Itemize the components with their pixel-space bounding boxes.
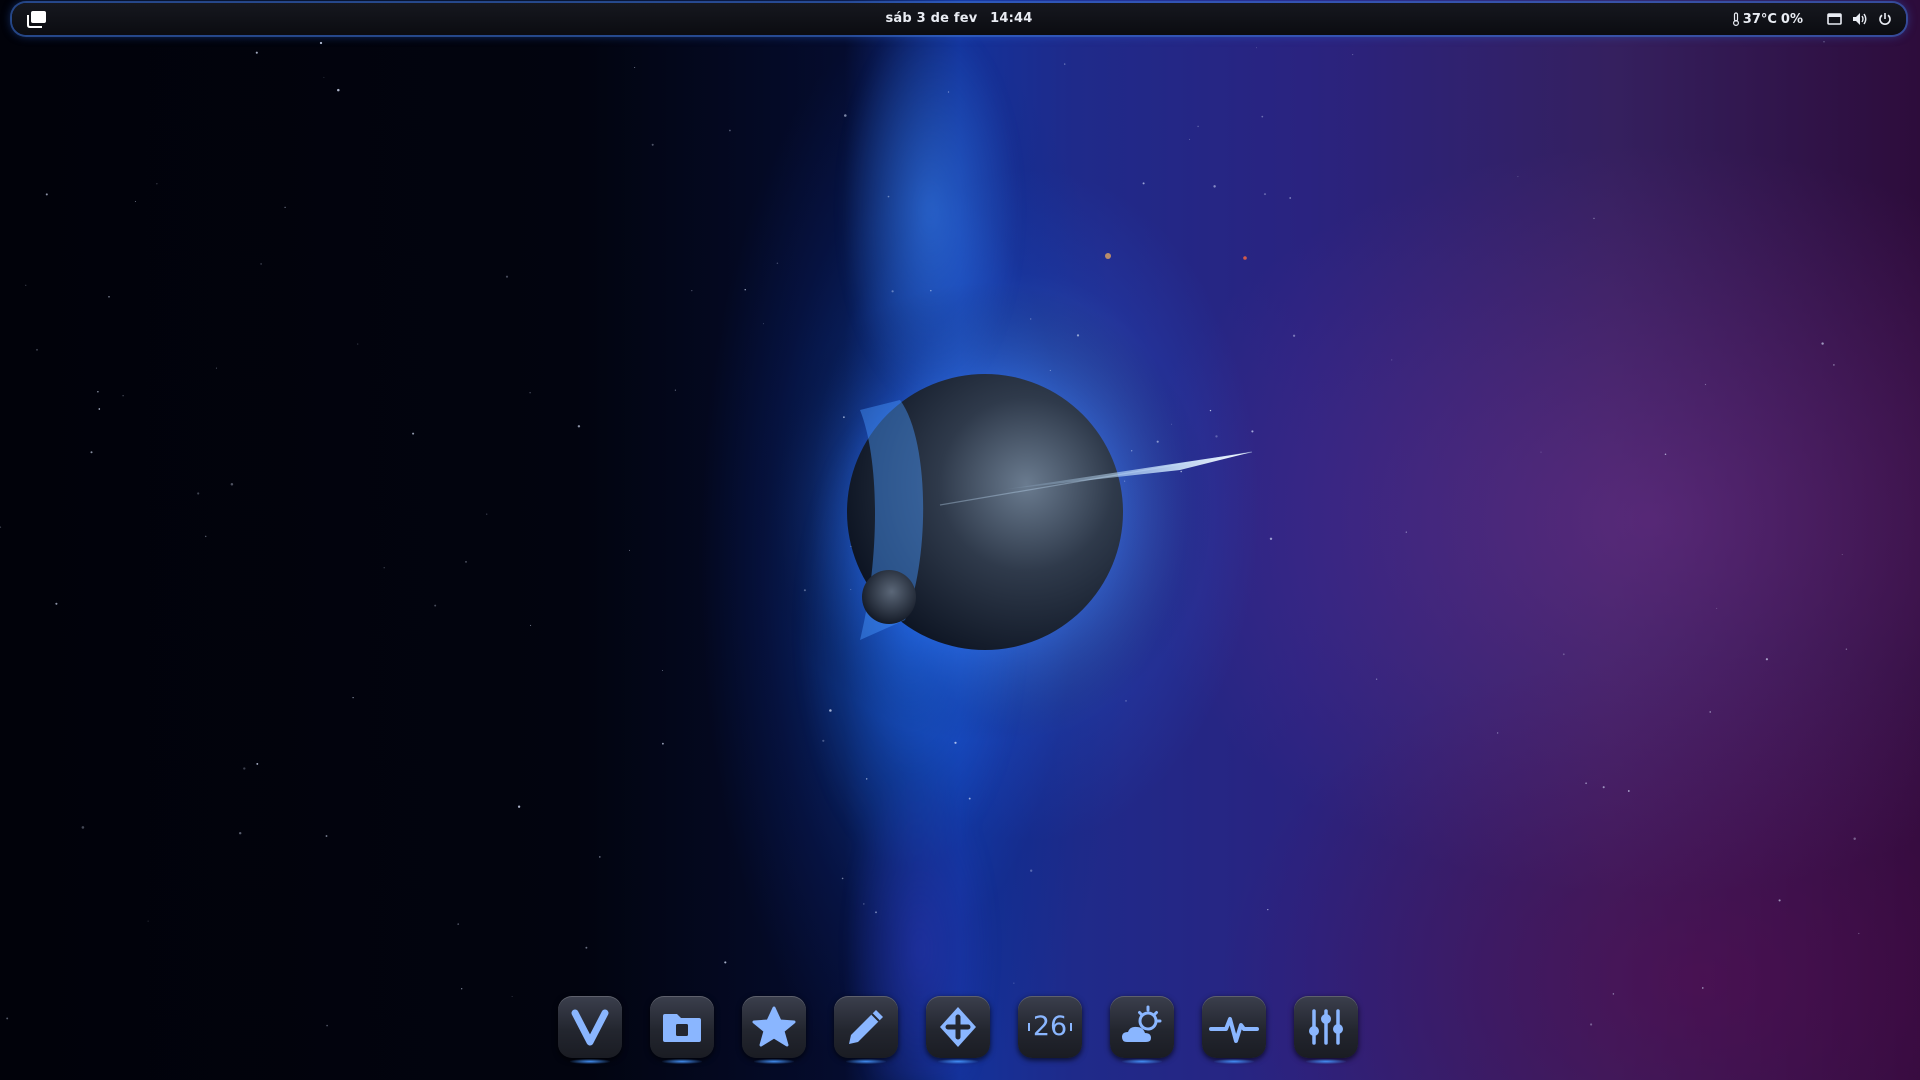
running-indicator [1214,1059,1254,1064]
pencil-icon [849,1010,883,1044]
wallpaper-planet [755,253,1253,742]
dock-app-files[interactable] [650,996,714,1058]
window-overview-icon [27,11,46,28]
clock-date-time[interactable]: sáb 3 de fev 14:44 [881,3,1036,35]
power-menu[interactable] [1878,12,1892,26]
activities-button[interactable] [26,9,48,29]
dock-app-vivaldi[interactable] [558,996,622,1058]
equalizer-icon [1309,1009,1343,1045]
running-indicator [570,1059,610,1064]
folder-icon [663,1014,701,1042]
dock-app-software[interactable] [926,996,990,1058]
running-indicator [846,1059,886,1064]
running-indicator [754,1059,794,1064]
dock-app-system-monitor[interactable] [1202,996,1266,1058]
cpu-usage-value: 0% [1780,11,1803,27]
running-indicator [938,1059,978,1064]
display-icon [1827,12,1842,25]
dock-app-favorites[interactable] [742,996,806,1058]
vivaldi-icon [571,1009,609,1046]
desktop[interactable] [0,0,1920,1080]
star-icon [752,1006,796,1047]
dock: 26 [558,993,1364,1064]
date-label: sáb 3 de fev [885,11,978,26]
running-indicator [662,1059,702,1064]
thermometer-icon [1732,12,1739,26]
running-indicator [1306,1059,1346,1064]
dock-app-settings[interactable] [1294,996,1358,1058]
weather-icon [1122,1005,1162,1042]
system-tray: 37°C 0% [1722,3,1892,35]
display-indicator[interactable] [1827,12,1842,26]
top-panel: sáb 3 de fev 14:44 37°C 0% [12,3,1906,35]
running-indicator [1122,1059,1162,1064]
app-store-icon [940,1007,976,1047]
dock-app-weather[interactable] [1110,996,1174,1058]
time-label: 14:44 [990,11,1033,26]
volume-icon [1853,13,1867,25]
dock-app-text-editor[interactable] [834,996,898,1058]
system-monitor-icon [1209,1017,1259,1043]
temperature-indicator[interactable]: 37°C 0% [1732,12,1803,27]
volume-indicator[interactable] [1852,12,1868,26]
power-icon [1879,13,1891,25]
calendar-day-number: 26 [1032,1011,1068,1042]
temperature-value: 37°C [1742,11,1777,27]
dock-app-calendar[interactable]: 26 [1018,996,1082,1058]
